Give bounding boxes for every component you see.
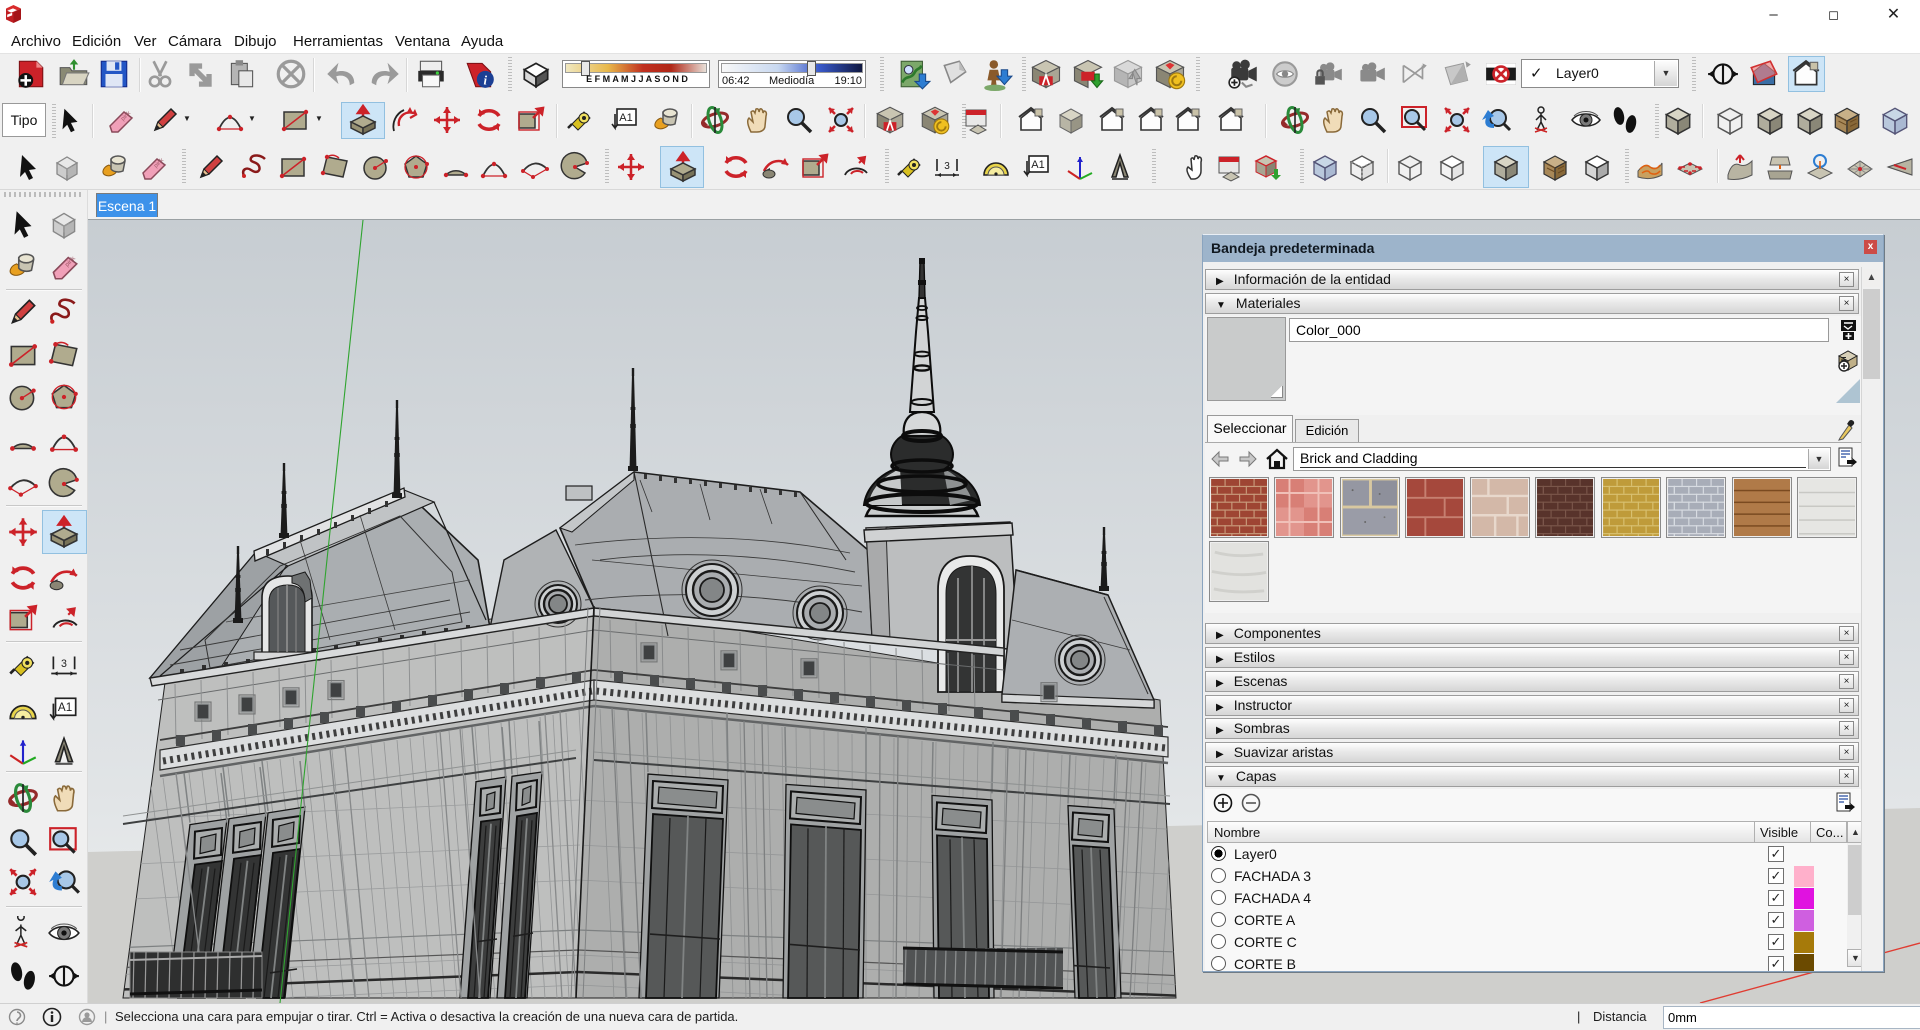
svg-text:A1: A1 xyxy=(58,701,72,714)
svg-text:A1: A1 xyxy=(1031,159,1044,171)
svg-text:3: 3 xyxy=(61,658,67,670)
svg-text:A1: A1 xyxy=(619,112,632,124)
svg-text:pink: pink xyxy=(64,255,78,269)
svg-text:3: 3 xyxy=(944,161,950,172)
svg-text:i: i xyxy=(484,74,488,88)
